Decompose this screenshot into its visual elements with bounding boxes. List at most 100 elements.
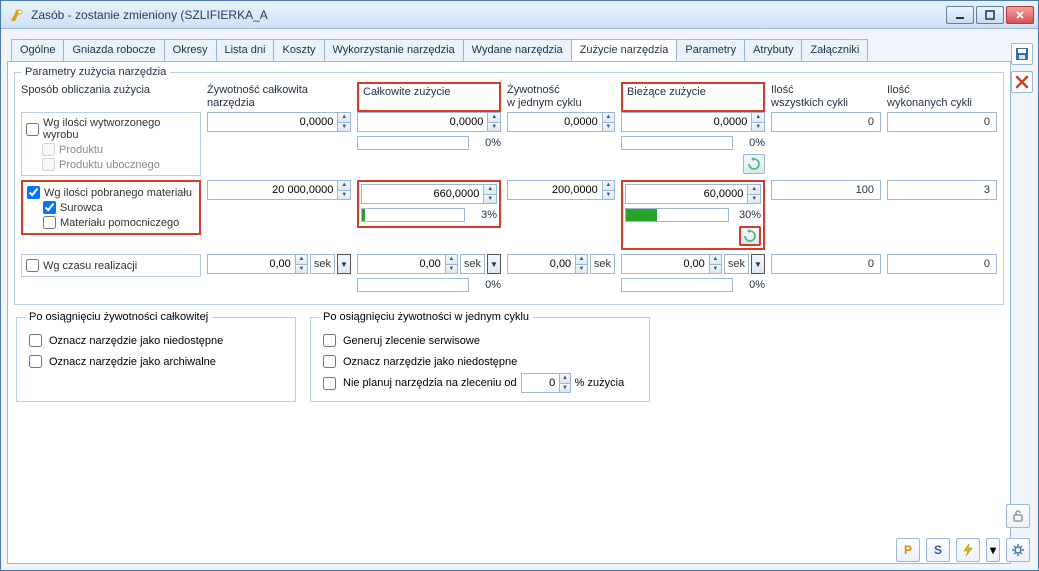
tab-7[interactable]: Zużycie narzędzia [571,39,678,61]
chk-mark-unavailable-total[interactable] [29,334,42,347]
tabs: OgólneGniazda roboczeOkresyLista dniKosz… [7,39,1011,61]
lbl-byproduct: Produktu ubocznego [59,159,160,171]
r3-life-cycle-unit: sek [590,254,615,274]
maximize-button[interactable] [976,6,1004,24]
lbl-aux: Materiału pomocniczego [60,217,179,229]
r3-wear-current-unit: sek [724,254,749,274]
tab-5[interactable]: Wykorzystanie narzędzia [324,39,464,61]
r3-cycles-done: 0 [887,254,997,274]
delete-button[interactable] [1011,71,1033,93]
r3-life-cycle[interactable]: ▲▼ [507,254,588,274]
bolt-button[interactable] [956,538,980,562]
gear-button[interactable] [1006,538,1030,562]
wear-params-group: Parametry zużycia narzędzia Sposób oblic… [14,66,1004,305]
minimize-button[interactable] [946,6,974,24]
r3-wear-current-pct: 0% [737,279,765,291]
r2-reset-button[interactable] [739,226,761,246]
chk-by-material[interactable] [27,186,40,199]
r2-wear-current-bar [625,208,729,222]
chk-gen-service[interactable] [323,334,336,347]
r2-life-total[interactable]: ▲▼ [207,180,351,200]
tab-4[interactable]: Koszty [273,39,324,61]
lbl-by-material: Wg ilości pobranego materiału [44,187,192,199]
tab-9[interactable]: Atrybuty [744,39,802,61]
method-by-time: Wg czasu realizacji [21,254,201,277]
tab-3[interactable]: Lista dni [216,39,275,61]
app-icon [9,7,25,23]
close-button[interactable] [1006,6,1034,24]
after-total-legend: Po osiągnięciu żywotności całkowitej [25,311,212,323]
r3-wear-total[interactable]: ▲▼ [357,254,458,274]
tab-8[interactable]: Parametry [676,39,745,61]
tab-2[interactable]: Okresy [164,39,217,61]
lbl-by-time: Wg czasu realizacji [43,260,137,272]
hdr-wear-total: Całkowite zużycie [357,82,501,112]
r2-wear-current[interactable]: ▲▼ [625,184,761,204]
after-total-group: Po osiągnięciu żywotności całkowitej Ozn… [16,311,296,402]
r1-life-cycle[interactable]: ▲▼ [507,112,615,132]
tab-0[interactable]: Ogólne [11,39,64,61]
r1-wear-current[interactable]: ▲▼ [621,112,765,132]
r3-life-total-unit: sek [310,254,335,274]
tab-panel: Parametry zużycia narzędzia Sposób oblic… [7,61,1011,564]
group-legend: Parametry zużycia narzędzia [21,66,170,78]
chk-byproduct [42,158,55,171]
window-title: Zasób - zostanie zmieniony (SZLIFIERKA_A [31,8,946,22]
window: Zasób - zostanie zmieniony (SZLIFIERKA_A… [0,0,1039,571]
r3-life-total[interactable]: ▲▼ [207,254,308,274]
method-by-product: Wg ilości wytworzonego wyrobu Produktu P… [21,112,201,176]
r3-wear-total-unit-dd[interactable]: ▼ [487,254,501,274]
r1-life-total[interactable]: ▲▼ [207,112,351,132]
method-by-material: Wg ilości pobranego materiału Surowca Ma… [21,180,201,235]
r3-cycles-all: 0 [771,254,881,274]
r3-wear-total-unit: sek [460,254,485,274]
p-button[interactable]: P [896,538,920,562]
chk-product [42,143,55,156]
tab-1[interactable]: Gniazda robocze [63,39,164,61]
r1-wear-total-bar [357,136,469,150]
lbl-dont-plan-b: % zużycia [575,377,625,389]
chk-by-product[interactable] [26,123,39,136]
save-button[interactable] [1011,43,1033,65]
row-by-product: Wg ilości wytworzonego wyrobu Produktu P… [21,112,997,176]
tab-10[interactable]: Załączniki [801,39,868,61]
r3-wear-total-bar [357,278,469,292]
window-buttons [946,6,1034,24]
after-cycle-group: Po osiągnięciu żywotności w jednym cyklu… [310,311,650,402]
lbl-dont-plan-a: Nie planuj narzędzia na zleceniu od [343,377,517,389]
row-by-time: Wg czasu realizacji ▲▼ sek ▼ ▲▼ [21,254,997,294]
hdr-life-cycle: Żywotność w jednym cyklu [507,82,615,112]
bolt-dd[interactable]: ▾ [986,538,1000,562]
row-by-material: Wg ilości pobranego materiału Surowca Ma… [21,180,997,250]
r2-wear-total[interactable]: ▲▼ [361,184,497,204]
lock-button[interactable] [1006,504,1030,528]
dont-plan-value[interactable]: ▲▼ [521,373,571,393]
header-row: Sposób obliczania zużycia Żywotność całk… [21,82,997,112]
chk-dont-plan[interactable] [323,377,336,390]
r3-wear-current[interactable]: ▲▼ [621,254,722,274]
chk-raw[interactable] [43,201,56,214]
r2-life-cycle[interactable]: ▲▼ [507,180,615,200]
hdr-wear-current: Bieżące zużycie [621,82,765,112]
hdr-life-total: Żywotność całkowita narzędzia [207,82,351,112]
chk-mark-archive[interactable] [29,355,42,368]
hdr-cycles-all: Ilość wszystkich cykli [771,82,881,112]
window-body: OgólneGniazda roboczeOkresyLista dniKosz… [1,29,1038,570]
r1-reset-button[interactable] [743,154,765,174]
r3-wear-current-bar [621,278,733,292]
lbl-product: Produktu [59,144,103,156]
r1-wear-current-bar [621,136,733,150]
chk-aux[interactable] [43,216,56,229]
tab-6[interactable]: Wydane narzędzia [463,39,572,61]
r1-wear-total-pct: 0% [473,137,501,149]
footer-toolbar: P S ▾ [896,538,1030,562]
s-button[interactable]: S [926,538,950,562]
chk-by-time[interactable] [26,259,39,272]
r2-cycles-done: 3 [887,180,997,200]
chk-mark-unavailable-cycle[interactable] [323,355,336,368]
r3-life-total-unit-dd[interactable]: ▼ [337,254,351,274]
lbl-mark-unavailable-total: Oznacz narzędzie jako niedostępne [49,335,223,347]
lbl-mark-unavailable-cycle: Oznacz narzędzie jako niedostępne [343,356,517,368]
r3-wear-current-unit-dd[interactable]: ▼ [751,254,765,274]
r1-wear-total[interactable]: ▲▼ [357,112,501,132]
